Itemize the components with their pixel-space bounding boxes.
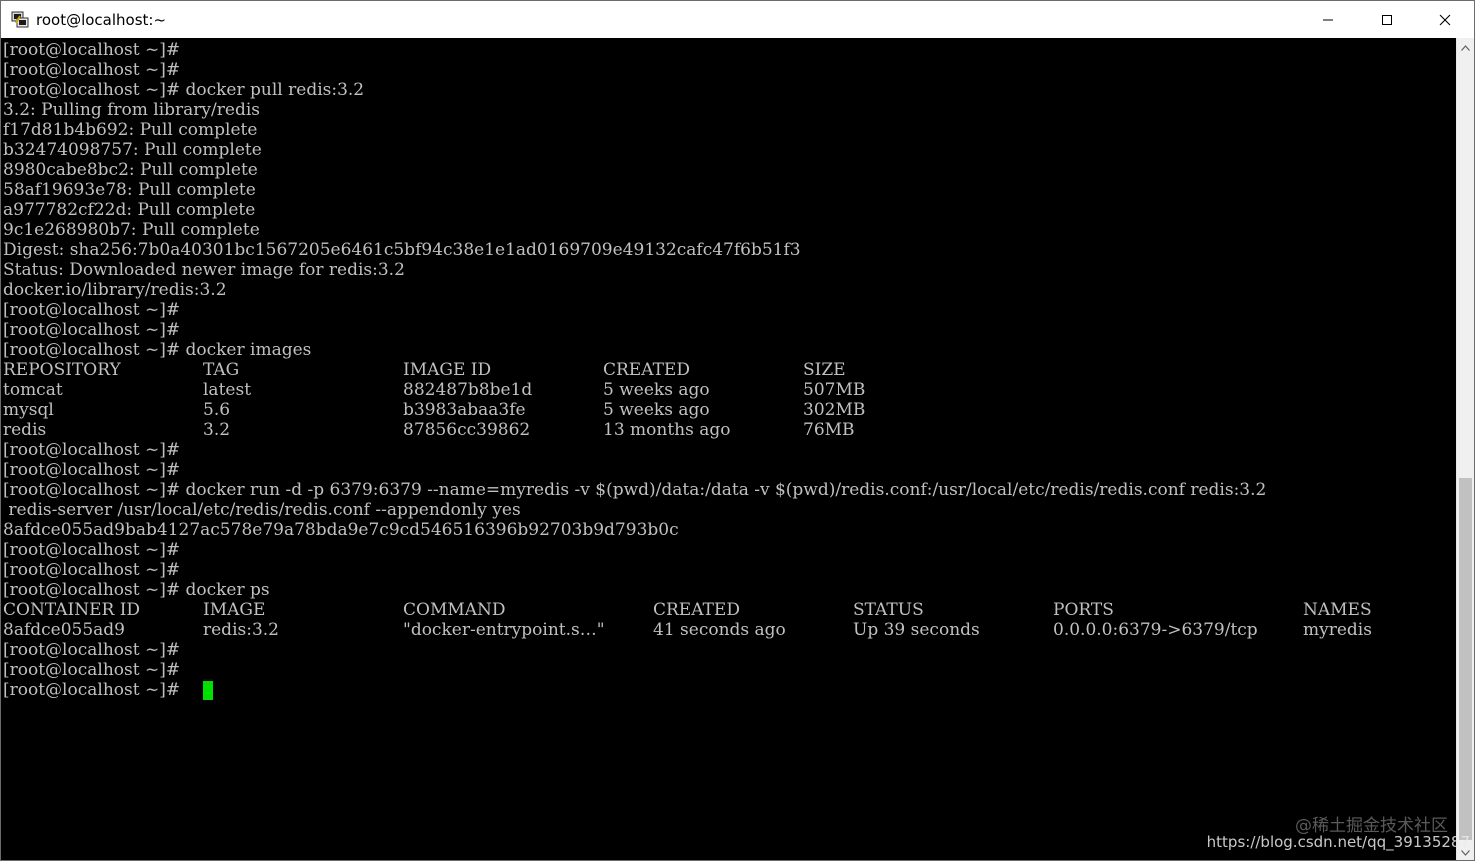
terminal-line: Status: Downloaded newer image for redis… <box>3 260 405 280</box>
terminal-prompt: [root@localhost ~]# <box>3 680 181 700</box>
images-cell: tomcat <box>3 380 63 400</box>
images-header-image-id: IMAGE ID <box>403 360 492 380</box>
images-header-size: SIZE <box>803 360 846 380</box>
close-icon <box>1439 14 1451 26</box>
terminal-line: a977782cf22d: Pull complete <box>3 200 256 220</box>
terminal-cursor <box>203 681 213 700</box>
ps-cell: Up 39 seconds <box>853 620 980 640</box>
terminal-line: [root@localhost ~]# docker ps <box>3 580 270 600</box>
images-cell: mysql <box>3 400 54 420</box>
terminal-output[interactable]: [root@localhost ~]# [root@localhost ~]# … <box>1 38 1456 860</box>
terminal-line: docker.io/library/redis:3.2 <box>3 280 227 300</box>
terminal-line: Digest: sha256:7b0a40301bc1567205e6461c5… <box>3 240 801 260</box>
terminal-line: [root@localhost ~]# docker images <box>3 340 312 360</box>
ps-cell: 0.0.0.0:6379->6379/tcp <box>1053 620 1258 640</box>
putty-terminal-icon <box>11 10 29 28</box>
terminal-line: [root@localhost ~]# <box>3 320 181 340</box>
chevron-up-icon <box>1461 38 1470 56</box>
images-cell: 882487b8be1d <box>403 380 533 400</box>
images-cell: 5 weeks ago <box>603 400 710 420</box>
terminal-line: 58af19693e78: Pull complete <box>3 180 256 200</box>
ps-cell: "docker-entrypoint.s…" <box>403 620 605 640</box>
terminal-line: [root@localhost ~]# <box>3 460 181 480</box>
images-cell: 302MB <box>803 400 866 420</box>
terminal-line: 9c1e268980b7: Pull complete <box>3 220 260 240</box>
images-cell: 507MB <box>803 380 866 400</box>
scrollbar-thumb[interactable] <box>1459 478 1472 840</box>
terminal-line: f17d81b4b692: Pull complete <box>3 120 258 140</box>
terminal-line: b32474098757: Pull complete <box>3 140 262 160</box>
images-cell: 3.2 <box>203 420 231 440</box>
terminal-line: [root@localhost ~]# <box>3 300 181 320</box>
terminal-line: [root@localhost ~]# <box>3 660 181 680</box>
minimize-button[interactable] <box>1299 1 1357 38</box>
window-title: root@localhost:~ <box>36 11 167 29</box>
watermark-csdn-url: https://blog.csdn.net/qq_39135287 <box>1206 833 1470 851</box>
terminal-line: 8afdce055ad9bab4127ac578e79a78bda9e7c9cd… <box>3 520 679 540</box>
images-cell: redis <box>3 420 47 440</box>
images-cell: 5 weeks ago <box>603 380 710 400</box>
ps-header-container-id: CONTAINER ID <box>3 600 141 620</box>
close-button[interactable] <box>1416 1 1474 38</box>
terminal-line: [root@localhost ~]# docker run -d -p 637… <box>3 480 1267 500</box>
terminal-line: [root@localhost ~]# <box>3 40 181 60</box>
terminal-line: [root@localhost ~]# <box>3 540 181 560</box>
ps-header-image: IMAGE <box>203 600 266 620</box>
images-cell: 87856cc39862 <box>403 420 531 440</box>
terminal-line: 8980cabe8bc2: Pull complete <box>3 160 258 180</box>
terminal-line: redis-server /usr/local/etc/redis/redis.… <box>3 500 521 520</box>
images-cell: 5.6 <box>203 400 231 420</box>
terminal-line: [root@localhost ~]# <box>3 640 181 660</box>
terminal-line: [root@localhost ~]# <box>3 560 181 580</box>
ps-header-status: STATUS <box>853 600 924 620</box>
images-cell: 76MB <box>803 420 855 440</box>
vertical-scrollbar[interactable] <box>1456 38 1474 860</box>
scroll-up-button[interactable] <box>1457 38 1474 55</box>
terminal-line: [root@localhost ~]# <box>3 60 181 80</box>
ps-cell: 41 seconds ago <box>653 620 786 640</box>
maximize-button[interactable] <box>1358 1 1416 38</box>
title-bar[interactable]: root@localhost:~ <box>1 1 1474 38</box>
terminal-window: root@localhost:~ [root@localhost ~]# [ro… <box>0 0 1475 861</box>
images-header-repository: REPOSITORY <box>3 360 121 380</box>
maximize-icon <box>1381 14 1393 26</box>
ps-header-names: NAMES <box>1303 600 1372 620</box>
ps-cell: 8afdce055ad9 <box>3 620 125 640</box>
terminal-line: 3.2: Pulling from library/redis <box>3 100 260 120</box>
terminal-line: [root@localhost ~]# <box>3 440 181 460</box>
ps-header-ports: PORTS <box>1053 600 1114 620</box>
images-header-created: CREATED <box>603 360 690 380</box>
terminal-line: [root@localhost ~]# docker pull redis:3.… <box>3 80 365 100</box>
images-cell: b3983abaa3fe <box>403 400 526 420</box>
ps-cell: myredis <box>1303 620 1372 640</box>
ps-header-created: CREATED <box>653 600 740 620</box>
images-cell: latest <box>203 380 252 400</box>
images-header-tag: TAG <box>203 360 240 380</box>
minimize-icon <box>1322 14 1334 26</box>
ps-header-command: COMMAND <box>403 600 506 620</box>
images-cell: 13 months ago <box>603 420 731 440</box>
ps-cell: redis:3.2 <box>203 620 279 640</box>
